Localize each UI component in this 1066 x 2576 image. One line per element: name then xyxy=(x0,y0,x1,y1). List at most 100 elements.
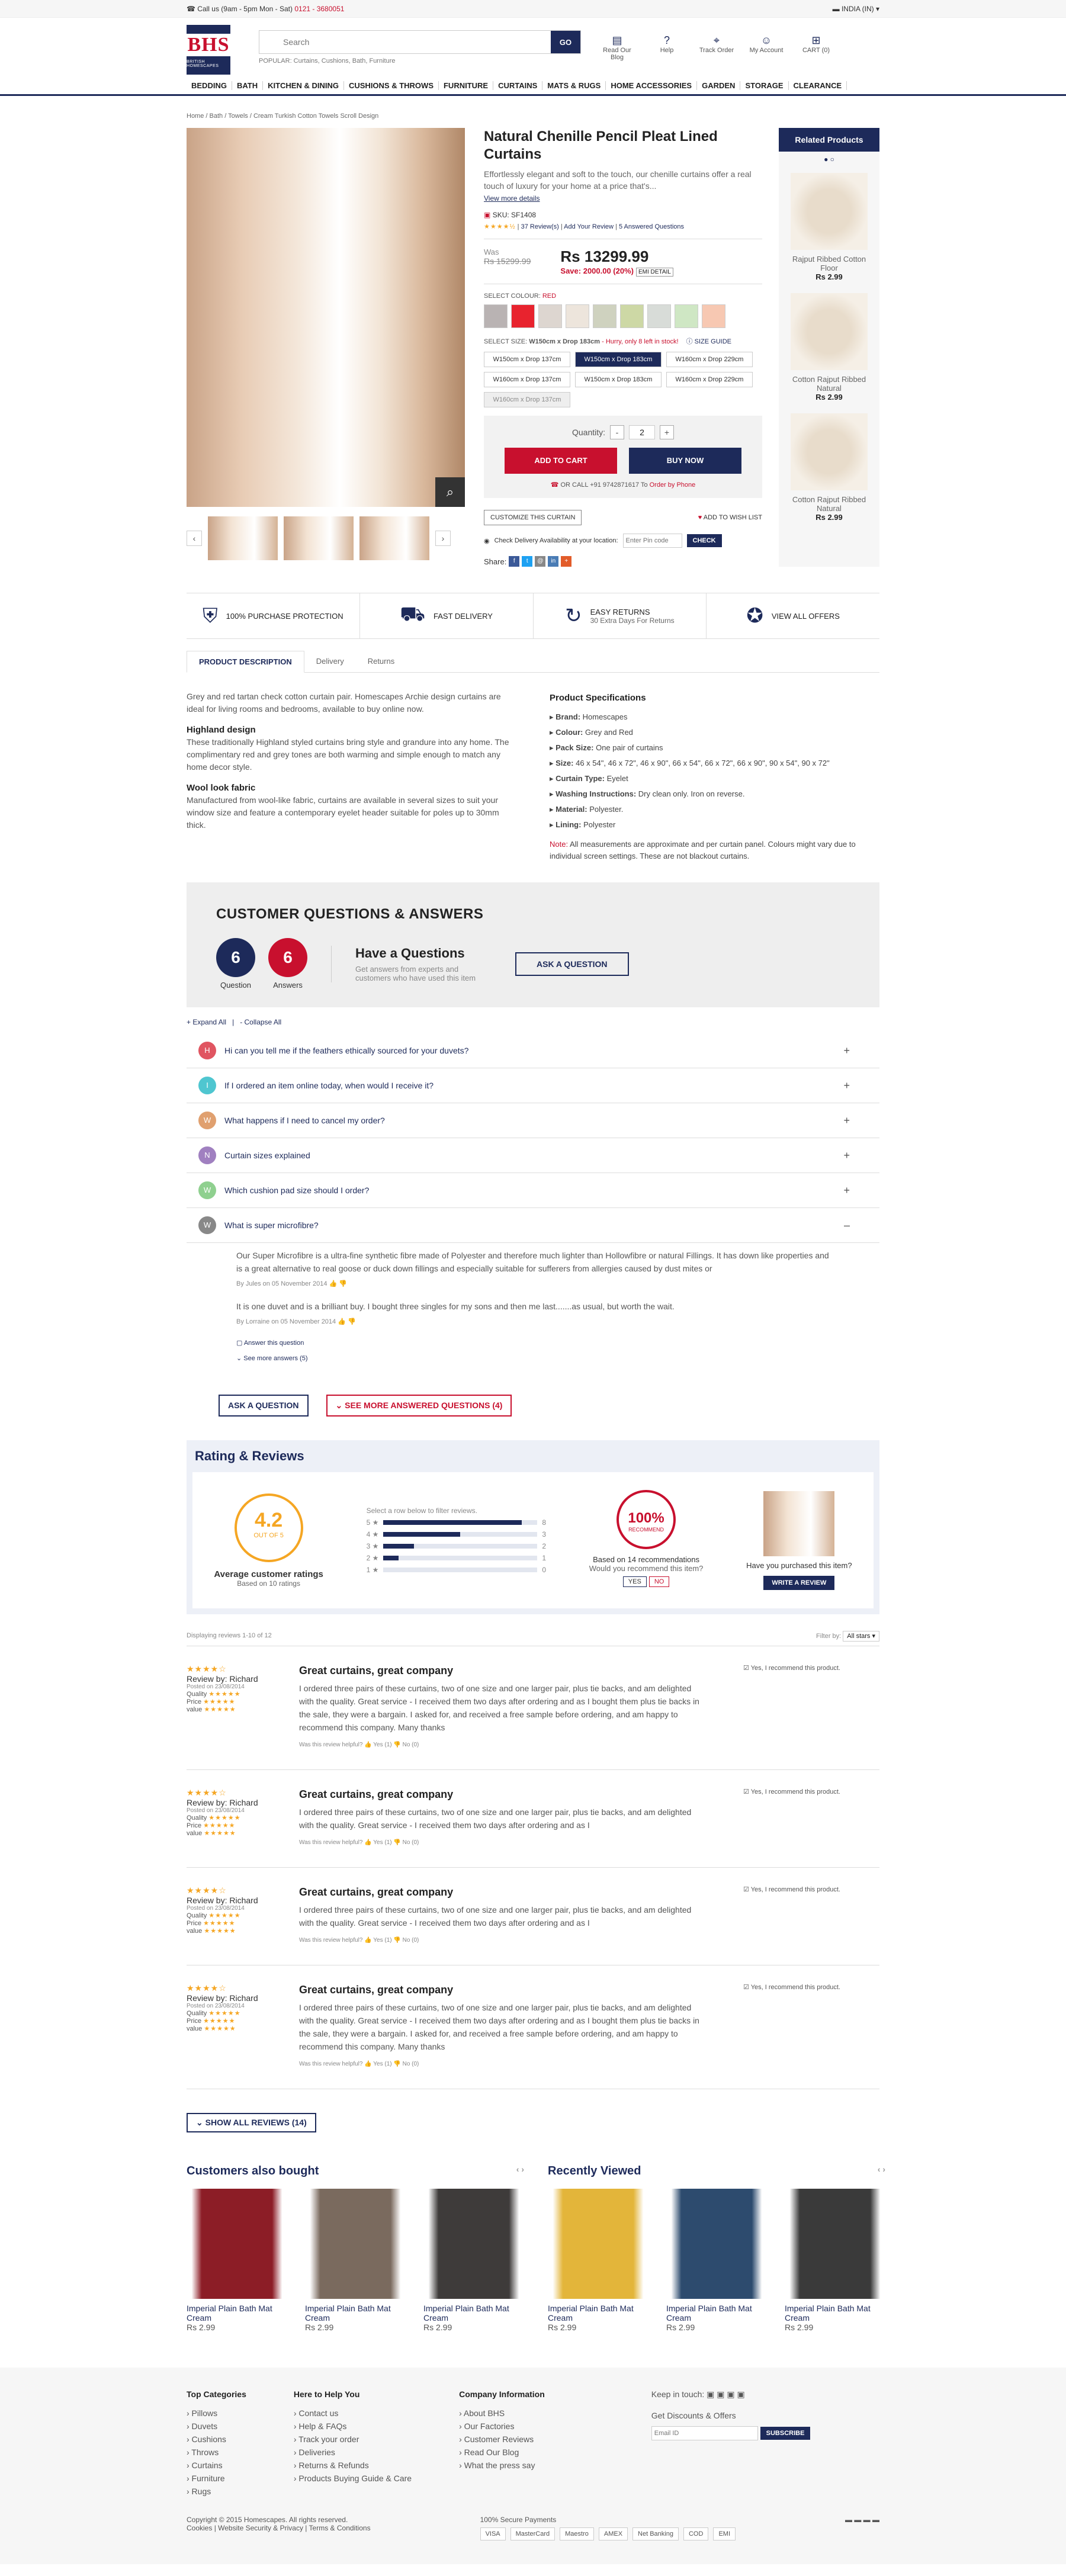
search-input[interactable] xyxy=(259,31,551,53)
footer-link[interactable]: › Cushions xyxy=(187,2433,246,2446)
size-option[interactable]: W160cm x Drop 137cm xyxy=(484,392,570,407)
main-product-image[interactable]: ⌕ xyxy=(187,128,465,507)
expand-icon[interactable]: + xyxy=(843,1184,850,1197)
size-option[interactable]: W160cm x Drop 229cm xyxy=(666,372,753,387)
country-label[interactable]: INDIA (IN) xyxy=(842,5,874,13)
helpful-yes[interactable]: 👍 Yes (1) xyxy=(364,1742,393,1748)
colour-swatch[interactable] xyxy=(538,304,562,328)
helpful-no[interactable]: 👎 No (0) xyxy=(393,1839,419,1846)
qty-minus-button[interactable]: - xyxy=(610,425,625,439)
header-icon-label[interactable]: Track Order xyxy=(699,47,734,54)
footer-link[interactable]: › Our Factories xyxy=(459,2420,545,2433)
cart-icon[interactable]: ⊞ xyxy=(795,34,837,47)
email-icon[interactable]: @ xyxy=(535,556,546,567)
thumbs-up-icon[interactable]: 👍 xyxy=(338,1318,346,1325)
emi-button[interactable]: EMI DETAIL xyxy=(636,268,673,277)
rating-bar-row[interactable]: 1 ★ 0 xyxy=(367,1566,546,1574)
see-more-questions-text[interactable]: SEE MORE ANSWERED QUESTIONS (4) xyxy=(345,1401,502,1410)
footer-link[interactable]: › Customer Reviews xyxy=(459,2433,545,2446)
nav-item[interactable]: STORAGE xyxy=(740,81,789,90)
question-item[interactable]: I If I ordered an item online today, when… xyxy=(187,1068,879,1103)
helpful-no[interactable]: 👎 No (0) xyxy=(393,1937,419,1944)
thumb-next-arrow[interactable]: › xyxy=(435,531,451,546)
size-guide-text[interactable]: SIZE GUIDE xyxy=(695,338,731,345)
write-review-button[interactable]: WRITE A REVIEW xyxy=(763,1575,835,1590)
rating-bar-row[interactable]: 5 ★ 8 xyxy=(367,1518,546,1527)
size-option[interactable]: W160cm x Drop 229cm xyxy=(666,352,753,367)
related-name[interactable]: Cotton Rajput Ribbed Natural xyxy=(792,495,866,513)
related-image[interactable] xyxy=(791,293,868,370)
related-image[interactable] xyxy=(791,413,868,490)
check-button[interactable]: CHECK xyxy=(686,534,722,547)
country-flags[interactable]: ▬ ▬ ▬ ▬ xyxy=(845,2516,879,2540)
related-name[interactable]: Cotton Rajput Ribbed Natural xyxy=(792,375,866,393)
footer-link[interactable]: › Deliveries xyxy=(294,2446,412,2459)
breadcrumb-item[interactable]: Home xyxy=(187,113,204,120)
view-more-link[interactable]: View more details xyxy=(484,194,762,203)
product-card[interactable]: Imperial Plain Bath Mat Cream Rs 2.99 xyxy=(666,2189,767,2332)
buy-now-button[interactable]: BUY NOW xyxy=(629,448,741,474)
product-card[interactable]: Imperial Plain Bath Mat Cream Rs 2.99 xyxy=(785,2189,885,2332)
no-button[interactable]: NO xyxy=(648,1576,670,1587)
answered-link[interactable]: 5 Answered Questions xyxy=(619,223,684,230)
heart-icon[interactable]: ♥ xyxy=(698,514,702,521)
plus-icon[interactable]: + xyxy=(561,556,572,567)
question-item[interactable]: W What is super microfibre? – xyxy=(187,1208,879,1243)
question-text[interactable]: What is super microfibre? xyxy=(224,1220,319,1230)
logo[interactable]: BHS BRITISH HOMESCAPES xyxy=(185,25,232,75)
nav-item[interactable]: MATS & RUGS xyxy=(542,81,606,90)
phone-number[interactable]: 0121 - 3680051 xyxy=(294,5,344,13)
related-name[interactable]: Rajput Ribbed Cotton Floor xyxy=(792,255,866,272)
show-all-text[interactable]: SHOW ALL REVIEWS (14) xyxy=(206,2118,307,2127)
footer-link[interactable]: › Contact us xyxy=(294,2407,412,2420)
header-book[interactable]: ▤ Read Our Blog xyxy=(596,34,638,61)
header-user[interactable]: ☺ My Account xyxy=(746,34,787,61)
subscribe-button[interactable]: SUBSCRIBE xyxy=(760,2427,811,2440)
collapse-icon[interactable]: – xyxy=(844,1219,850,1232)
tab-product-description[interactable]: PRODUCT DESCRIPTION xyxy=(187,651,304,673)
header-help[interactable]: ? Help xyxy=(646,34,688,61)
colour-swatch[interactable] xyxy=(484,304,508,328)
see-more-questions-button[interactable]: ⌄ SEE MORE ANSWERED QUESTIONS (4) xyxy=(326,1395,512,1417)
header-pin[interactable]: ⌖ Track Order xyxy=(696,34,737,61)
next-arrow-icon[interactable]: › xyxy=(521,2164,524,2174)
linkedin-icon[interactable]: ▣ xyxy=(717,2389,724,2399)
colour-swatch[interactable] xyxy=(566,304,589,328)
colour-swatch[interactable] xyxy=(620,304,644,328)
footer-link[interactable]: › Pillows xyxy=(187,2407,246,2420)
popular-searches[interactable]: POPULAR: Curtains, Cushions, Bath, Furni… xyxy=(259,57,581,65)
qty-plus-button[interactable]: + xyxy=(660,425,675,439)
ask-question-button[interactable]: ASK A QUESTION xyxy=(515,952,629,976)
pincode-input[interactable] xyxy=(622,534,682,548)
question-text[interactable]: What happens if I need to cancel my orde… xyxy=(224,1116,385,1125)
question-text[interactable]: Curtain sizes explained xyxy=(224,1151,310,1160)
product-name[interactable]: Imperial Plain Bath Mat Cream xyxy=(305,2304,391,2323)
book-icon[interactable]: ▤ xyxy=(596,34,638,47)
ask-question-button-bottom[interactable]: ASK A QUESTION xyxy=(219,1395,309,1417)
question-item[interactable]: W Which cushion pad size should I order? + xyxy=(187,1173,879,1208)
country-selector[interactable]: ▬ INDIA (IN) ▾ xyxy=(833,0,879,18)
nav-item[interactable]: CUSHIONS & THROWS xyxy=(344,81,439,90)
user-icon[interactable]: ☺ xyxy=(746,34,787,47)
product-card[interactable]: Imperial Plain Bath Mat Cream Rs 2.99 xyxy=(548,2189,648,2332)
question-item[interactable]: N Curtain sizes explained + xyxy=(187,1138,879,1173)
colour-swatch[interactable] xyxy=(593,304,617,328)
product-image[interactable] xyxy=(785,2189,885,2299)
colour-swatch[interactable] xyxy=(647,304,671,328)
thumb-prev-arrow[interactable]: ‹ xyxy=(187,531,202,546)
product-card[interactable]: Imperial Plain Bath Mat Cream Rs 2.99 xyxy=(423,2189,524,2332)
thumbs-down-icon[interactable]: 👎 xyxy=(339,1280,347,1287)
add-to-cart-button[interactable]: ADD TO CART xyxy=(505,448,617,474)
product-name[interactable]: Imperial Plain Bath Mat Cream xyxy=(187,2304,272,2323)
nav-item[interactable]: BEDDING xyxy=(187,81,232,90)
related-item[interactable]: Rajput Ribbed Cotton Floor Rs 2.99 xyxy=(779,167,879,287)
filter-select[interactable]: All stars ▾ xyxy=(843,1631,879,1642)
prev-arrow-icon[interactable]: ‹ xyxy=(878,2164,881,2174)
size-guide-link[interactable]: ⓘ SIZE GUIDE xyxy=(686,338,731,345)
product-name[interactable]: Imperial Plain Bath Mat Cream xyxy=(548,2304,634,2323)
question-text[interactable]: Hi can you tell me if the feathers ethic… xyxy=(224,1046,468,1055)
helpful-yes[interactable]: 👍 Yes (1) xyxy=(364,2061,393,2067)
expand-icon[interactable]: + xyxy=(843,1080,850,1092)
see-more-answers-link[interactable]: ⌄ See more answers (5) xyxy=(236,1352,832,1365)
header-cart[interactable]: ⊞ CART (0) xyxy=(795,34,837,61)
